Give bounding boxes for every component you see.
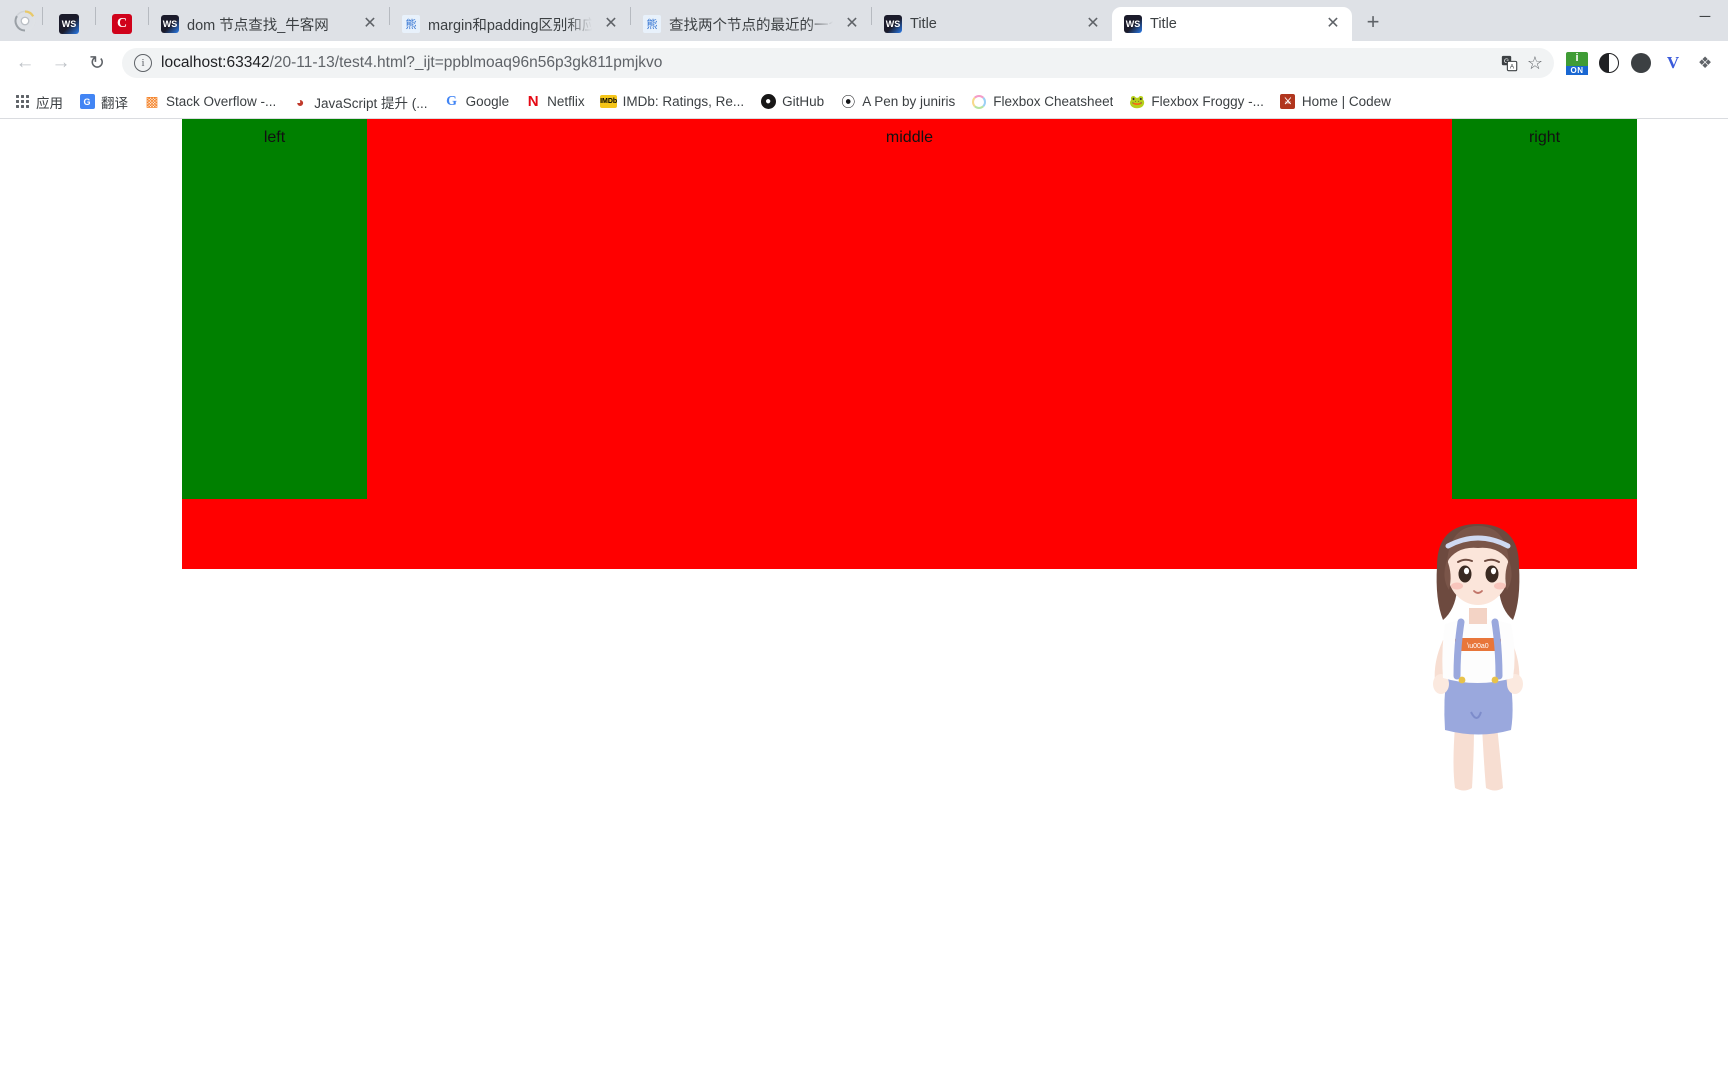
translate-icon[interactable]: G A — [1496, 50, 1522, 76]
right-column: right — [1452, 119, 1637, 499]
close-icon[interactable]: ✕ — [600, 13, 622, 35]
bookmark-label: JavaScript 提升 (... — [314, 95, 428, 111]
webstorm-icon: WS — [161, 15, 179, 33]
bookmark-label: Google — [465, 94, 510, 109]
bookmark-github[interactable]: ● GitHub — [752, 90, 832, 114]
three-column-layout: left middle right — [182, 119, 1637, 569]
bookmark-label: GitHub — [782, 94, 825, 109]
google-icon: G — [446, 93, 457, 109]
adblock-on-extension-icon[interactable]: i ON — [1562, 48, 1592, 78]
close-icon[interactable]: ✕ — [841, 13, 863, 35]
browser-toolbar: ← → ↻ i localhost:63342/20-11-13/test4.h… — [0, 41, 1728, 85]
pinned-tab-webstorm[interactable]: WS — [43, 7, 95, 41]
middle-column: middle — [367, 119, 1452, 569]
codepen-icon: ⦿ — [841, 93, 856, 110]
back-button[interactable]: ← — [8, 46, 42, 80]
codewars-icon: ⚔ — [1280, 94, 1296, 110]
contrast-extension-icon[interactable] — [1594, 48, 1624, 78]
pinned-tabs-group: WS C — [43, 0, 148, 41]
flexbox-froggy-icon: 🐸 — [1129, 93, 1146, 109]
tab-common-ancestor[interactable]: 熊 查找两个节点的最近的一个共 ✕ — [631, 7, 871, 41]
bookmark-label: 翻译 — [101, 95, 128, 111]
tab-title: 查找两个节点的最近的一个共 — [669, 17, 833, 34]
bookmark-netflix[interactable]: N Netflix — [517, 90, 593, 114]
adblock-on-label: ON — [1566, 66, 1588, 75]
site-info-icon[interactable]: i — [134, 54, 152, 72]
bookmark-label: Flexbox Cheatsheet — [993, 94, 1114, 109]
flexbox-cheatsheet-icon — [971, 94, 987, 110]
extensions-puzzle-icon[interactable]: ❖ — [1690, 48, 1720, 78]
bookmark-label: IMDb: Ratings, Re... — [622, 94, 745, 109]
baidu-icon: 熊 — [402, 15, 420, 33]
bookmark-javascript[interactable]: ◕ JavaScript 提升 (... — [284, 88, 435, 116]
right-column-label: right — [1528, 129, 1561, 146]
bookmark-codepen[interactable]: ⦿ A Pen by juniris — [832, 90, 963, 114]
extensions-area: i ON V ❖ — [1562, 48, 1720, 78]
close-icon[interactable]: ✕ — [359, 13, 381, 35]
bookmark-flexbox-cheatsheet[interactable]: Flexbox Cheatsheet — [963, 90, 1121, 114]
tab-title-2-active[interactable]: WS Title ✕ — [1112, 7, 1352, 41]
minimize-button[interactable]: ─ — [1682, 0, 1728, 32]
tab-dom-lookup[interactable]: WS dom 节点查找_牛客网 ✕ — [149, 7, 389, 41]
bookmark-label: Home | Codew — [1301, 94, 1391, 109]
adblock-badge: i ON — [1566, 52, 1588, 75]
bookmark-label: Flexbox Froggy -... — [1151, 94, 1264, 109]
javascript-icon: ◕ — [296, 93, 305, 110]
forward-button[interactable]: → — [44, 46, 78, 80]
url-host: localhost:63342 — [161, 54, 270, 71]
vimium-extension-icon[interactable]: V — [1658, 48, 1688, 78]
close-icon[interactable]: ✕ — [1082, 13, 1104, 35]
tab-title: margin和padding区别和应用 — [428, 17, 592, 34]
cdr-icon: C — [112, 14, 132, 34]
bookmark-translate[interactable]: G 翻译 — [71, 88, 136, 116]
chrome-logo-icon — [8, 0, 42, 41]
imdb-icon: IMDb — [600, 94, 617, 110]
tab-title: Title — [910, 16, 937, 32]
window-controls: ─ — [1682, 0, 1728, 41]
webstorm-icon: WS — [884, 15, 902, 33]
github-icon: ● — [760, 94, 776, 110]
translate-icon: G — [79, 94, 95, 110]
dark-reader-extension-icon[interactable] — [1626, 48, 1656, 78]
netflix-icon: N — [527, 93, 539, 110]
browser-tab-strip: WS C WS dom 节点查找_牛客网 ✕ 熊 margin和padding区… — [0, 0, 1728, 41]
webstorm-icon: WS — [1124, 15, 1142, 33]
pinned-tab-cdr[interactable]: C — [96, 7, 148, 41]
bookmark-label: Stack Overflow -... — [166, 94, 277, 109]
bookmark-label: Netflix — [547, 94, 585, 109]
apps-grid-icon — [14, 94, 30, 110]
page-viewport: left middle right \u00a0 — [0, 119, 1728, 1080]
tab-title: dom 节点查找_牛客网 — [187, 17, 329, 34]
bookmark-star-icon[interactable]: ☆ — [1522, 50, 1548, 76]
address-bar[interactable]: i localhost:63342/20-11-13/test4.html?_i… — [122, 48, 1554, 78]
bookmark-label: 应用 — [36, 95, 63, 111]
url-path: /20-11-13/test4.html?_ijt=ppblmoaq96n56p… — [269, 54, 663, 71]
stackoverflow-icon: ▩ — [145, 93, 159, 109]
bookmarks-bar: 应用 G 翻译 ▩ Stack Overflow -... ◕ JavaScri… — [0, 85, 1728, 119]
bookmark-apps[interactable]: 应用 — [6, 88, 71, 116]
close-icon[interactable]: ✕ — [1322, 13, 1344, 35]
bookmark-google[interactable]: G Google — [436, 90, 518, 114]
svg-text:\u00a0: \u00a0 — [1467, 643, 1489, 650]
bookmark-imdb[interactable]: IMDb IMDb: Ratings, Re... — [593, 90, 753, 114]
adblock-badge-glyph: i — [1575, 52, 1579, 64]
tab-title-1[interactable]: WS Title ✕ — [872, 7, 1112, 41]
baidu-icon: 熊 — [643, 15, 661, 33]
webstorm-icon: WS — [59, 14, 79, 34]
tab-title: Title — [1150, 16, 1177, 32]
url-text: localhost:63342/20-11-13/test4.html?_ijt… — [161, 54, 1496, 72]
left-column: left — [182, 119, 367, 499]
reload-button[interactable]: ↻ — [80, 46, 114, 80]
left-column-label: left — [263, 129, 286, 146]
bookmark-flexbox-froggy[interactable]: 🐸 Flexbox Froggy -... — [1121, 90, 1272, 114]
bookmark-stack-overflow[interactable]: ▩ Stack Overflow -... — [136, 90, 284, 114]
bookmark-label: A Pen by juniris — [862, 94, 956, 109]
tab-margin-padding[interactable]: 熊 margin和padding区别和应用 ✕ — [390, 7, 630, 41]
bookmark-codewars[interactable]: ⚔ Home | Codew — [1272, 90, 1399, 114]
middle-column-label: middle — [885, 129, 934, 146]
new-tab-button[interactable]: + — [1356, 5, 1390, 39]
dark-circle-icon — [1631, 53, 1651, 73]
contrast-circle-icon — [1599, 53, 1619, 73]
